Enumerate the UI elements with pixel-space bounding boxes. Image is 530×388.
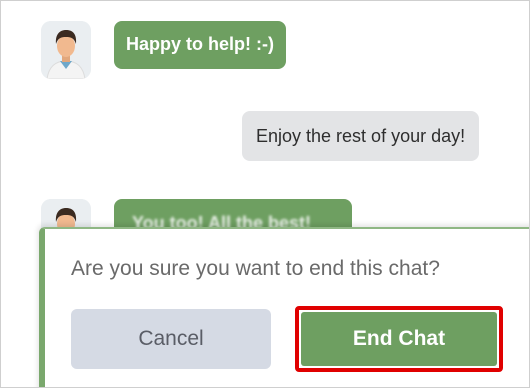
end-chat-button[interactable]: End Chat (301, 312, 497, 366)
user-message-bubble: Enjoy the rest of your day! (242, 111, 480, 161)
agent-message-bubble: Happy to help! :-) (114, 21, 286, 69)
end-chat-dialog: Are you sure you want to end this chat? … (39, 227, 529, 387)
chat-window: Happy to help! :-) Enjoy the rest of you… (0, 0, 530, 388)
cancel-button[interactable]: Cancel (71, 309, 271, 369)
message-text: Happy to help! :-) (126, 34, 274, 54)
agent-avatar-icon (41, 21, 91, 79)
message-text: Enjoy the rest of your day! (256, 126, 466, 146)
end-chat-highlight: End Chat (295, 306, 503, 372)
dialog-question: Are you sure you want to end this chat? (71, 257, 440, 280)
